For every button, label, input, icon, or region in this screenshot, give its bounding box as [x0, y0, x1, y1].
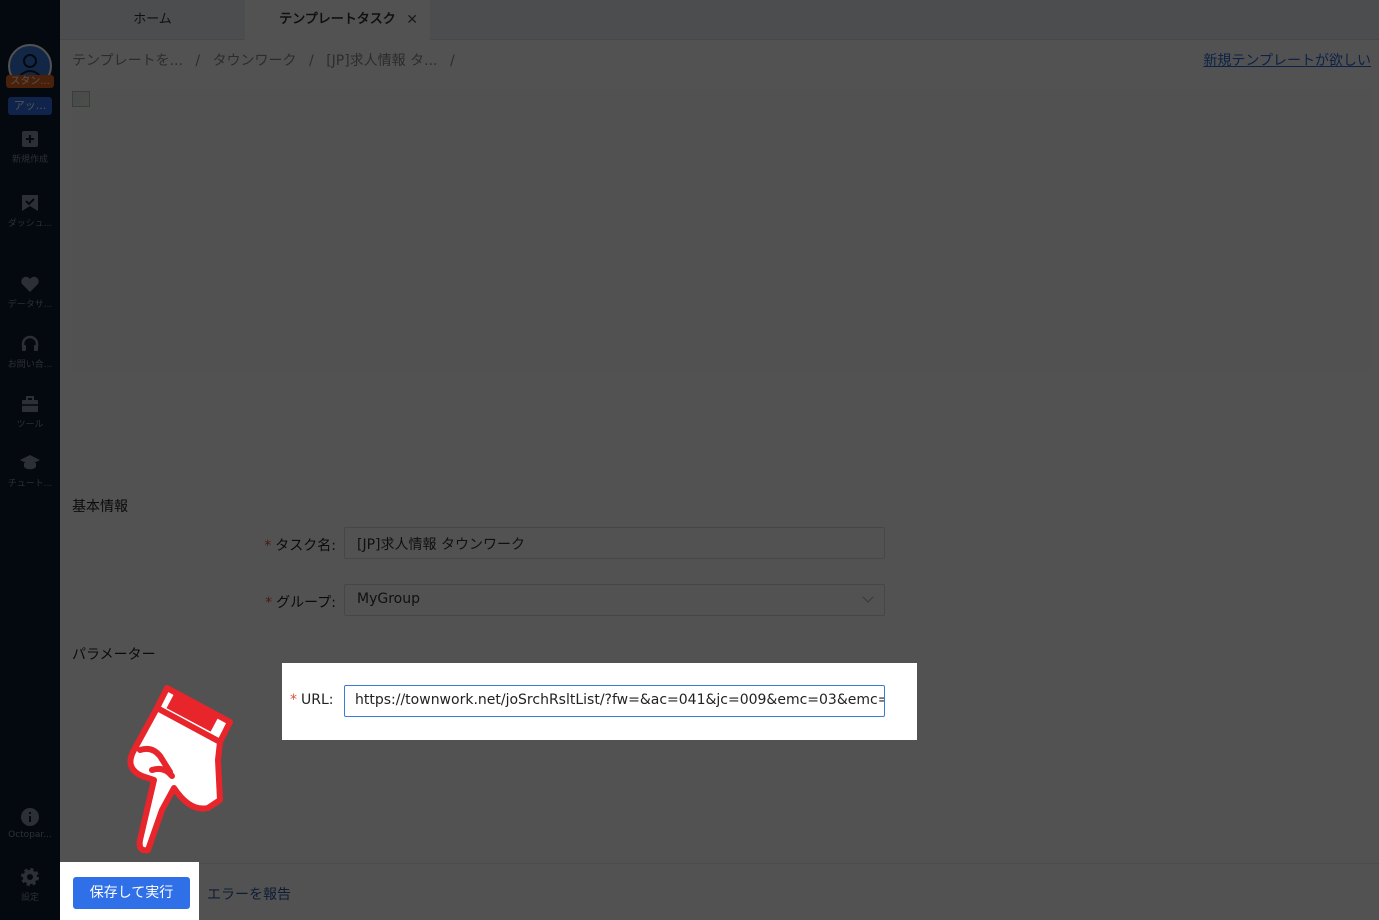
chevron-down-icon: [862, 591, 874, 603]
sidebar-item-label: チュート...: [7, 479, 53, 489]
report-error-link[interactable]: エラーを報告: [207, 884, 291, 904]
basic-info-title: 基本情報: [72, 499, 128, 515]
breadcrumb: テンプレートを... / タウンワーク / [JP]求人情報 タ... /: [72, 50, 463, 70]
graduation-cap-icon: [20, 455, 40, 470]
new-template-link[interactable]: 新規テンプレートが欲しい: [1203, 50, 1371, 70]
required-mark: *: [265, 595, 273, 611]
broken-image-icon: [72, 91, 90, 107]
save-and-run-button[interactable]: 保存して実行: [73, 877, 190, 909]
sidebar-item-about[interactable]: Octopar...: [0, 806, 60, 840]
sidebar-item-label: データサ...: [7, 300, 53, 310]
sidebar-item-label: 設定: [20, 893, 39, 903]
close-icon[interactable]: ✕: [406, 0, 418, 40]
task-name-label: * タスク名:: [264, 538, 336, 554]
sidebar-item-settings[interactable]: 設定: [0, 866, 60, 903]
url-label: * URL:: [290, 692, 334, 708]
breadcrumb-item[interactable]: テンプレートを...: [72, 53, 183, 69]
save-highlight: 保存して実行: [60, 862, 199, 920]
breadcrumb-separator: /: [309, 53, 314, 69]
sidebar-item-label: ツール: [16, 420, 44, 430]
headset-icon: [21, 335, 39, 351]
pointing-hand-icon: [127, 685, 233, 854]
tab-home[interactable]: ホーム: [60, 0, 245, 40]
sidebar-item-tutorial[interactable]: チュート...: [0, 452, 60, 489]
template-preview: [72, 90, 1372, 370]
sidebar-item-dashboard[interactable]: ダッシュ...: [0, 192, 60, 229]
required-mark: *: [264, 538, 272, 554]
task-name-input[interactable]: [JP]求人情報 タウンワーク: [344, 527, 885, 559]
group-select-value: MyGroup: [357, 591, 420, 607]
info-icon: [21, 808, 39, 826]
plan-badge[interactable]: スタン...: [6, 75, 54, 88]
sidebar-item-new[interactable]: 新規作成: [0, 128, 60, 165]
sidebar-item-label: お問い合...: [7, 360, 53, 370]
sidebar-item-label: 新規作成: [11, 155, 48, 165]
sidebar-item-label: ダッシュ...: [7, 219, 53, 229]
tab-label: ホーム: [133, 12, 172, 27]
sidebar-item-tools[interactable]: ツール: [0, 393, 60, 430]
toolbox-icon: [22, 396, 38, 412]
tab-bar: ホーム テンプレートタスク ✕: [60, 0, 1379, 40]
parameters-title: パラメーター: [72, 647, 156, 663]
sidebar-item-contact[interactable]: お問い合...: [0, 333, 60, 370]
divider: [60, 863, 1379, 864]
breadcrumb-item: [JP]求人情報 タ...: [326, 53, 438, 69]
sidebar-item-data-service[interactable]: データサ...: [0, 273, 60, 310]
url-highlight: * URL: https://townwork.net/joSrchRsltLis…: [282, 663, 917, 740]
url-input[interactable]: https://townwork.net/joSrchRsltList/?fw=…: [344, 685, 885, 717]
breadcrumb-separator: /: [195, 53, 201, 69]
group-select[interactable]: MyGroup: [344, 584, 885, 616]
tab-template-task[interactable]: テンプレートタスク ✕: [245, 0, 430, 40]
dashboard-icon: [22, 195, 38, 211]
breadcrumb-separator: /: [449, 53, 455, 69]
required-mark: *: [290, 692, 297, 708]
sidebar: スタン... アッ... 新規作成 ダッシュ... データサ... お問い合..…: [0, 0, 60, 920]
heart-icon: [21, 276, 39, 292]
tab-label: テンプレートタスク: [279, 12, 396, 27]
group-label: * グループ:: [265, 595, 336, 611]
gear-icon: [21, 868, 39, 886]
plus-icon: [22, 131, 38, 147]
breadcrumb-item[interactable]: タウンワーク: [213, 53, 297, 69]
account-badge[interactable]: アッ...: [8, 97, 52, 115]
sidebar-item-label: Octopar...: [8, 830, 52, 840]
